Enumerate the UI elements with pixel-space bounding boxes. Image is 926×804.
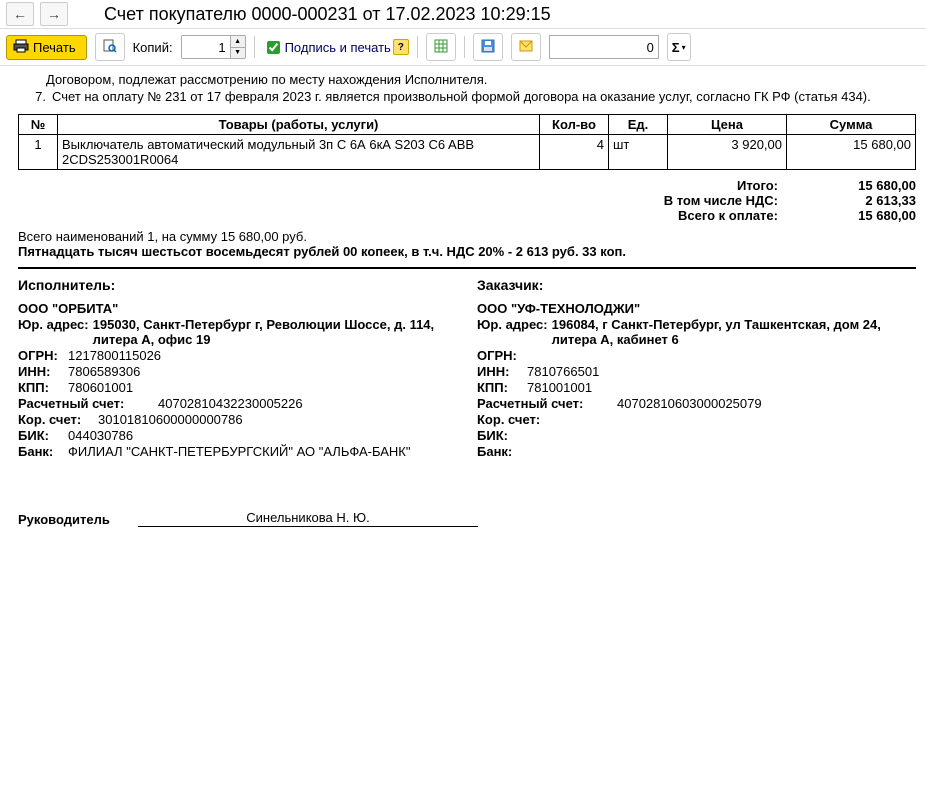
clause-number: 7. (18, 89, 52, 104)
th-num: № (19, 115, 58, 135)
exec-ogrn: 1217800115026 (68, 348, 457, 363)
arrow-right-icon: → (47, 6, 61, 22)
table-row: 1 Выключатель автоматический модульный 3… (19, 135, 916, 170)
page-title: Счет покупателю 0000-000231 от 17.02.202… (104, 4, 551, 25)
copies-spinner[interactable]: ▲ ▼ (181, 35, 246, 59)
cust-addr-label: Юр. адрес: (477, 317, 548, 347)
email-button[interactable] (511, 33, 541, 61)
total-label: Всего к оплате: (678, 208, 796, 223)
summary-words-line: Пятнадцать тысяч шестьсот восемьдесят ру… (18, 244, 916, 259)
th-price: Цена (668, 115, 787, 135)
cust-bank (527, 444, 916, 459)
exec-inn-label: ИНН: (18, 364, 68, 379)
total-value: 15 680,00 (796, 208, 916, 223)
exec-bik: 044030786 (68, 428, 457, 443)
print-button[interactable]: Печать (6, 35, 87, 60)
cust-acc: 40702810603000025079 (617, 396, 916, 411)
spreadsheet-icon (434, 39, 448, 56)
th-unit: Ед. (609, 115, 668, 135)
exec-kor: 30101810600000000786 (98, 412, 457, 427)
nds-value: 2 613,33 (796, 193, 916, 208)
th-sum: Сумма (787, 115, 916, 135)
nav-forward-button[interactable]: → (40, 2, 68, 26)
exec-addr: 195030, Санкт-Петербург г, Революции Шос… (93, 317, 457, 347)
cust-kpp: 781001001 (527, 380, 916, 395)
printer-icon (13, 39, 29, 56)
pre-context-line: Договором, подлежат рассмотрению по мест… (46, 72, 916, 87)
floppy-icon (481, 39, 495, 56)
save-button[interactable] (473, 33, 503, 61)
exec-bank-label: Банк: (18, 444, 68, 459)
sum-input[interactable] (549, 35, 659, 59)
executor-name: ООО "ОРБИТА" (18, 301, 457, 316)
sigma-button[interactable]: Σ ▾ (667, 33, 691, 61)
cust-kpp-label: КПП: (477, 380, 527, 395)
itogo-label: Итого: (737, 178, 796, 193)
cust-inn-label: ИНН: (477, 364, 527, 379)
exec-bik-label: БИК: (18, 428, 68, 443)
print-label: Печать (33, 40, 76, 55)
leader-name: Синельникова Н. Ю. (138, 510, 478, 527)
copies-label: Копий: (133, 40, 173, 55)
exec-kpp: 780601001 (68, 380, 457, 395)
cell-price: 3 920,00 (668, 135, 787, 170)
preview-button[interactable] (95, 33, 125, 61)
cust-ogrn-label: ОГРН: (477, 348, 527, 363)
separator (254, 36, 255, 58)
spinner-down[interactable]: ▼ (231, 48, 245, 59)
sign-stamp-checkbox[interactable] (267, 41, 280, 54)
exec-acc: 40702810432230005226 (158, 396, 457, 411)
spreadsheet-button[interactable] (426, 33, 456, 61)
cust-bank-label: Банк: (477, 444, 527, 459)
arrow-left-icon: ← (13, 6, 27, 22)
cust-kor (557, 412, 916, 427)
sigma-icon: Σ (672, 40, 680, 55)
spinner-up[interactable]: ▲ (231, 36, 245, 48)
envelope-icon (519, 40, 533, 55)
cell-num: 1 (19, 135, 58, 170)
customer-name: ООО "УФ-ТЕХНОЛОДЖИ" (477, 301, 916, 316)
cust-inn: 7810766501 (527, 364, 916, 379)
customer-title: Заказчик: (477, 277, 916, 293)
cust-bik-label: БИК: (477, 428, 527, 443)
leader-label: Руководитель (18, 512, 138, 527)
th-goods: Товары (работы, услуги) (58, 115, 540, 135)
sign-stamp-label[interactable]: Подпись и печать (285, 40, 391, 55)
exec-bank: ФИЛИАЛ "САНКТ-ПЕТЕРБУРГСКИЙ" АО "АЛЬФА-Б… (68, 444, 457, 459)
help-icon[interactable]: ? (393, 39, 409, 55)
executor-title: Исполнитель: (18, 277, 457, 293)
cust-addr: 196084, г Санкт-Петербург, ул Ташкентска… (552, 317, 916, 347)
exec-kpp-label: КПП: (18, 380, 68, 395)
nav-back-button[interactable]: ← (6, 2, 34, 26)
summary-count-line: Всего наименований 1, на сумму 15 680,00… (18, 229, 916, 244)
exec-inn: 7806589306 (68, 364, 457, 379)
items-table: № Товары (работы, услуги) Кол-во Ед. Цен… (18, 114, 916, 170)
th-qty: Кол-во (540, 115, 609, 135)
cust-ogrn (527, 348, 916, 363)
cell-name: Выключатель автоматический модульный 3п … (58, 135, 540, 170)
dropdown-icon: ▾ (682, 43, 686, 52)
separator (464, 36, 465, 58)
separator (417, 36, 418, 58)
cell-sum: 15 680,00 (787, 135, 916, 170)
cell-unit: шт (609, 135, 668, 170)
exec-kor-label: Кор. счет: (18, 412, 98, 427)
itogo-value: 15 680,00 (796, 178, 916, 193)
divider (18, 267, 916, 269)
exec-acc-label: Расчетный счет: (18, 396, 158, 411)
nds-label: В том числе НДС: (664, 193, 796, 208)
exec-ogrn-label: ОГРН: (18, 348, 68, 363)
copies-input[interactable] (182, 36, 230, 58)
magnifier-icon (103, 39, 117, 56)
cell-qty: 4 (540, 135, 609, 170)
cust-acc-label: Расчетный счет: (477, 396, 617, 411)
clause-text: Счет на оплату № 231 от 17 февраля 2023 … (52, 89, 916, 104)
exec-addr-label: Юр. адрес: (18, 317, 89, 347)
cust-bik (527, 428, 916, 443)
cust-kor-label: Кор. счет: (477, 412, 557, 427)
